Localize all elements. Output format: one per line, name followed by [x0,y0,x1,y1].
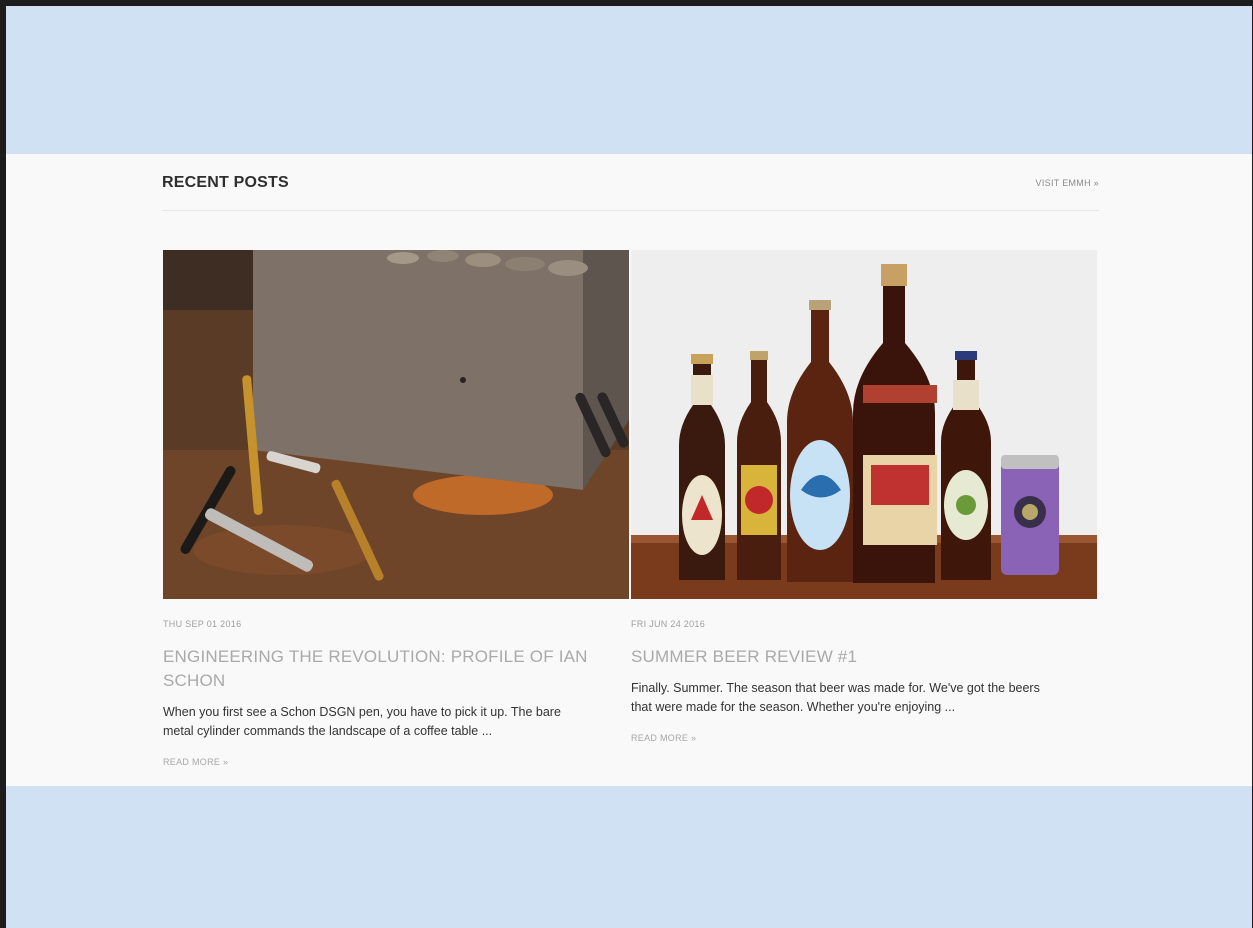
post-title-link[interactable]: ENGINEERING THE REVOLUTION: PROFILE OF I… [163,645,609,693]
post-date: THU SEP 01 2016 [163,619,242,629]
post-excerpt: Finally. Summer. The season that beer wa… [631,681,1040,714]
read-more-link[interactable]: READ MORE » [631,733,1097,743]
section-header: RECENT POSTS VISIT EMMH » [162,154,1099,211]
post-title-link[interactable]: SUMMER BEER REVIEW #1 [631,645,1077,669]
page-frame: RECENT POSTS VISIT EMMH » THU SEP 01 201… [6,6,1252,928]
recent-posts-panel: RECENT POSTS VISIT EMMH » THU SEP 01 201… [6,154,1252,786]
read-more-link[interactable]: READ MORE » [163,757,629,767]
post-card: FRI JUN 24 2016 SUMMER BEER REVIEW #1 Fi… [631,250,1097,743]
visit-emmh-link[interactable]: VISIT EMMH » [1036,178,1099,188]
pen-workshop-image[interactable] [163,250,629,599]
beer-bottles-image[interactable] [631,250,1097,599]
post-card: THU SEP 01 2016 ENGINEERING THE REVOLUTI… [163,250,629,767]
section-title: RECENT POSTS [162,174,289,191]
post-excerpt: When you first see a Schon DSGN pen, you… [163,705,561,738]
post-date: FRI JUN 24 2016 [631,619,706,629]
